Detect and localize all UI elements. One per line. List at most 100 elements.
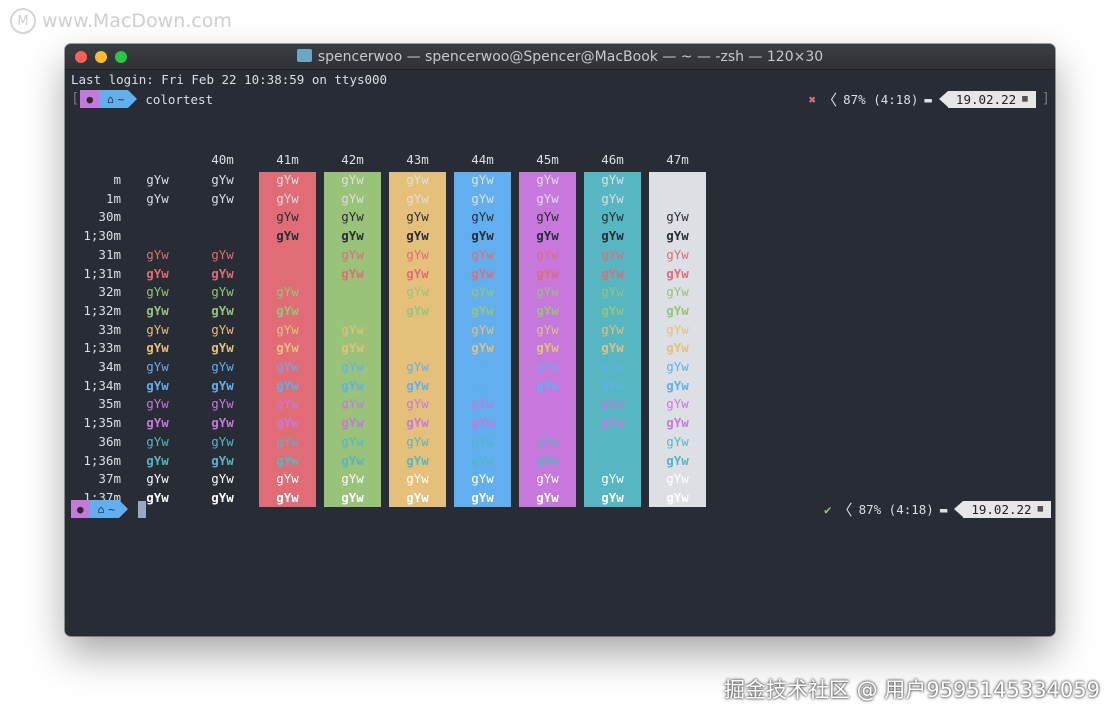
sample-cell: gYw: [406, 246, 429, 262]
column-header: 47m: [666, 152, 689, 167]
sample-cell: gYw: [666, 302, 689, 318]
sample-cell: gYw: [146, 302, 169, 318]
row-label: 33m: [98, 321, 121, 337]
sample-cell: gYw: [276, 302, 299, 318]
close-button[interactable]: [75, 51, 87, 63]
sample-cell: gYw: [601, 209, 624, 225]
sample-cell: gYw: [601, 415, 624, 431]
sample-cell: gYw: [471, 452, 494, 468]
sample-cell: gYw: [276, 340, 299, 356]
sample-cell: gYw: [276, 396, 299, 412]
title-bar[interactable]: spencerwoo — spencerwoo@Spencer@MacBook …: [65, 44, 1055, 70]
sample-cell: gYw: [211, 452, 234, 468]
sample-cell: gYw: [601, 302, 624, 318]
sample-cell: gYw: [666, 396, 689, 412]
chevron-left-icon: 〈: [822, 90, 838, 109]
sample-cell: gYw: [536, 433, 559, 449]
home-segment: ⌂ ~: [99, 90, 129, 108]
sample-cell: gYw: [471, 489, 494, 505]
sample-cell: gYw: [276, 246, 299, 262]
sample-cell: gYw: [341, 377, 364, 393]
sample-cell: gYw: [536, 359, 559, 374]
sample-cell: gYw: [146, 246, 169, 262]
prompt-left: [ ● ⌂ ~ colortest: [71, 90, 213, 108]
calendar-icon: ▦: [1037, 504, 1043, 514]
row-label: 1;36m: [83, 452, 121, 468]
row-label: 36m: [98, 433, 121, 449]
sample-cell: gYw: [406, 340, 429, 356]
sample-cell: gYw: [471, 246, 494, 262]
terminal-content[interactable]: Last login: Fri Feb 22 10:38:59 on ttys0…: [65, 70, 1055, 636]
sample-cell: gYw: [471, 415, 494, 431]
sample-cell: gYw: [601, 172, 624, 187]
row-label: 35m: [98, 396, 121, 412]
sample-cell: gYw: [146, 190, 169, 206]
sample-cell: gYw: [406, 284, 429, 300]
home-segment: ⌂ ~: [89, 500, 119, 518]
macdown-logo-icon: M: [10, 8, 36, 34]
sample-cell: gYw: [211, 228, 234, 244]
sample-cell: gYw: [211, 359, 234, 374]
sample-cell: gYw: [406, 190, 429, 206]
sample-cell: gYw: [601, 321, 624, 337]
sample-cell: gYw: [276, 452, 299, 468]
sample-cell: gYw: [146, 209, 169, 225]
folder-icon: [296, 48, 312, 62]
sample-cell: gYw: [536, 340, 559, 356]
sample-cell: gYw: [536, 190, 559, 206]
sample-cell: gYw: [601, 246, 624, 262]
sample-cell: gYw: [276, 433, 299, 449]
sample-cell: gYw: [276, 209, 299, 225]
sample-cell: gYw: [406, 209, 429, 225]
minimize-button[interactable]: [95, 51, 107, 63]
sample-cell: gYw: [276, 471, 299, 487]
sample-cell: gYw: [341, 471, 364, 487]
sample-cell: gYw: [601, 265, 624, 281]
sample-cell: gYw: [666, 415, 689, 431]
window-title: spencerwoo — spencerwoo@Spencer@MacBook …: [65, 48, 1055, 65]
sample-cell: gYw: [146, 359, 169, 374]
prompt-right: ✖ 〈 87% (4:18) ▬ 19.02.22 ▦ ]: [808, 90, 1051, 109]
sample-cell: gYw: [471, 302, 494, 318]
sample-cell: gYw: [211, 209, 234, 225]
home-icon: ⌂: [97, 502, 105, 516]
error-status-icon: ✖: [808, 91, 817, 107]
column-header: 45m: [536, 152, 559, 167]
sample-cell: gYw: [536, 209, 559, 225]
sample-cell: gYw: [146, 377, 169, 393]
column-header: 42m: [341, 152, 364, 167]
sample-cell: gYw: [341, 190, 364, 206]
column-header: 40m: [211, 152, 234, 167]
sample-cell: gYw: [341, 396, 364, 412]
sample-cell: gYw: [276, 265, 299, 281]
sample-cell: gYw: [601, 228, 624, 244]
sample-cell: gYw: [406, 302, 429, 318]
date-segment: 19.02.22 ▦: [954, 500, 1051, 518]
sample-cell: gYw: [471, 209, 494, 225]
sample-cell: gYw: [601, 396, 624, 412]
sample-cell: gYw: [146, 228, 169, 244]
sample-cell: gYw: [471, 284, 494, 300]
sample-cell: gYw: [471, 471, 494, 487]
sample-cell: gYw: [276, 489, 299, 505]
sample-cell: gYw: [341, 452, 364, 468]
sample-cell: gYw: [471, 190, 494, 206]
sample-cell: gYw: [406, 228, 429, 244]
sample-cell: gYw: [601, 452, 624, 468]
sample-cell: gYw: [406, 377, 429, 393]
date-segment: 19.02.22 ▦: [938, 90, 1036, 108]
sample-cell: gYw: [406, 359, 429, 374]
sample-cell: gYw: [601, 284, 624, 300]
row-label: 30m: [98, 209, 121, 225]
sample-cell: gYw: [211, 172, 234, 187]
text-cursor[interactable]: [137, 500, 146, 518]
sample-cell: gYw: [471, 265, 494, 281]
sample-cell: gYw: [536, 246, 559, 262]
row-label: 1;31m: [83, 265, 121, 281]
zoom-button[interactable]: [115, 51, 127, 63]
sample-cell: gYw: [471, 433, 494, 449]
row-label: 34m: [98, 359, 121, 374]
sample-cell: gYw: [666, 452, 689, 468]
sample-cell: gYw: [146, 321, 169, 337]
sample-cell: gYw: [341, 246, 364, 262]
